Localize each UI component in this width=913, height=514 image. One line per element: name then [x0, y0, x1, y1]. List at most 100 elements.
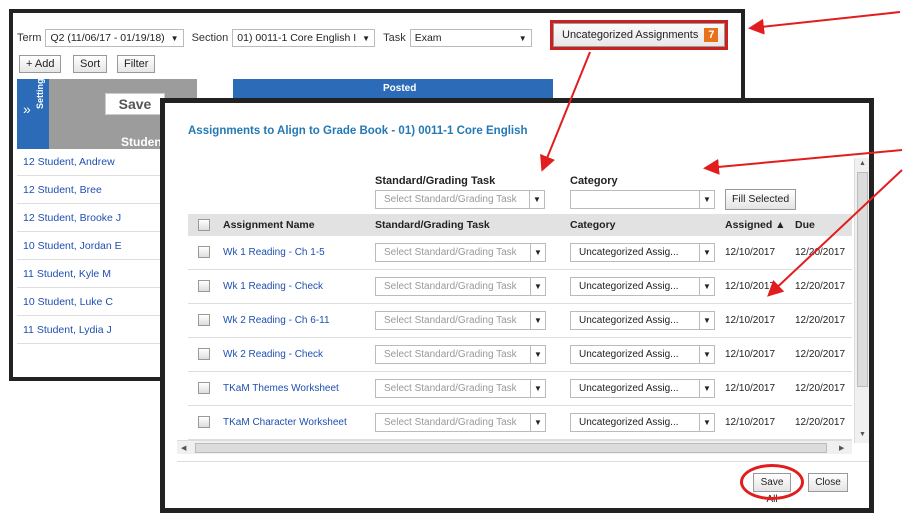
- row-standard-select[interactable]: Select Standard/Grading Task ▼: [375, 277, 546, 296]
- section-label: Section: [191, 32, 229, 44]
- row-checkbox[interactable]: [198, 280, 210, 292]
- term-label: Term: [17, 32, 42, 44]
- col-standard[interactable]: Standard/Grading Task: [375, 219, 490, 231]
- scroll-down-icon[interactable]: ▼: [859, 431, 866, 438]
- fill-standard-placeholder: Select Standard/Grading Task: [384, 194, 517, 205]
- vertical-scrollbar[interactable]: ▲ ▼: [854, 158, 869, 443]
- row-checkbox[interactable]: [198, 382, 210, 394]
- row-standard-select[interactable]: Select Standard/Grading Task ▼: [375, 243, 546, 262]
- scroll-right-icon[interactable]: ▶: [839, 444, 844, 452]
- student-row[interactable]: 12 Student, Andrew: [17, 149, 167, 176]
- row-category-select[interactable]: Uncategorized Assig... ▼: [570, 413, 715, 432]
- row-checkbox[interactable]: [198, 416, 210, 428]
- chevron-down-icon: ▼: [699, 414, 714, 431]
- chevron-down-icon: ▼: [170, 33, 179, 43]
- student-row[interactable]: 12 Student, Brooke J: [17, 205, 167, 232]
- row-category-value: Uncategorized Assig...: [579, 349, 679, 360]
- chevron-down-icon: ▼: [699, 244, 714, 261]
- assigned-date: 12/10/2017: [725, 281, 776, 292]
- chevron-down-icon: ▼: [530, 346, 545, 363]
- row-standard-select[interactable]: Select Standard/Grading Task ▼: [375, 379, 546, 398]
- chevron-down-icon: ▼: [699, 191, 714, 208]
- chevron-down-icon: ▼: [530, 414, 545, 431]
- assigned-date: 12/10/2017: [725, 247, 776, 258]
- chevron-down-icon: ▼: [518, 33, 527, 43]
- fill-standard-select[interactable]: Select Standard/Grading Task ▼: [375, 190, 545, 209]
- chevron-down-icon: ▼: [699, 380, 714, 397]
- due-date: 12/20/2017: [795, 349, 846, 360]
- student-row[interactable]: 11 Student, Lydia J: [17, 317, 167, 344]
- vertical-scroll-thumb[interactable]: [857, 172, 868, 387]
- fill-category-select[interactable]: ▼: [570, 190, 715, 209]
- table-row: Wk 1 Reading - Check Select Standard/Gra…: [188, 270, 852, 304]
- row-category-select[interactable]: Uncategorized Assig... ▼: [570, 311, 715, 330]
- due-date: 12/20/2017: [795, 383, 846, 394]
- row-category-select[interactable]: Uncategorized Assig... ▼: [570, 277, 715, 296]
- section-select[interactable]: 01) 0011-1 Core English I ▼: [232, 29, 376, 47]
- row-standard-value: Select Standard/Grading Task: [384, 247, 517, 258]
- settings-tab[interactable]: » Settings: [17, 73, 49, 149]
- row-category-select[interactable]: Uncategorized Assig... ▼: [570, 243, 715, 262]
- assigned-date: 12/10/2017: [725, 349, 776, 360]
- student-row[interactable]: 12 Student, Bree: [17, 177, 167, 204]
- filter-button[interactable]: Filter: [117, 55, 156, 73]
- table-row: TKaM Character Worksheet Select Standard…: [188, 406, 852, 440]
- settings-label: Settings: [35, 73, 45, 109]
- chevron-down-icon: ▼: [699, 278, 714, 295]
- col-assigned[interactable]: Assigned ▲: [725, 219, 786, 231]
- assignment-name[interactable]: Wk 2 Reading - Check: [223, 349, 323, 360]
- select-all-checkbox[interactable]: [198, 219, 210, 231]
- row-checkbox[interactable]: [198, 314, 210, 326]
- table-row: TKaM Themes Worksheet Select Standard/Gr…: [188, 372, 852, 406]
- chevron-down-icon: ▼: [529, 191, 544, 208]
- due-date: 12/20/2017: [795, 417, 846, 428]
- scroll-up-icon[interactable]: ▲: [859, 160, 866, 167]
- horizontal-scrollbar[interactable]: ◀ ▶: [177, 440, 852, 454]
- align-assignments-dialog: Assignments to Align to Grade Book - 01)…: [160, 98, 874, 513]
- assignment-name[interactable]: Wk 2 Reading - Ch 6-11: [223, 315, 330, 326]
- col-assignment-name[interactable]: Assignment Name: [223, 219, 315, 231]
- col-category[interactable]: Category: [570, 219, 616, 231]
- assignment-name[interactable]: Wk 1 Reading - Ch 1-5: [223, 247, 325, 258]
- chevron-down-icon: ▼: [530, 278, 545, 295]
- row-checkbox[interactable]: [198, 246, 210, 258]
- row-standard-select[interactable]: Select Standard/Grading Task ▼: [375, 345, 546, 364]
- row-standard-select[interactable]: Select Standard/Grading Task ▼: [375, 413, 546, 432]
- due-date: 12/20/2017: [795, 247, 846, 258]
- assignment-name[interactable]: Wk 1 Reading - Check: [223, 281, 323, 292]
- term-select[interactable]: Q2 (11/06/17 - 01/19/18) ▼: [45, 29, 184, 47]
- uncategorized-label: Uncategorized Assignments: [562, 29, 699, 41]
- horizontal-scroll-thumb[interactable]: [195, 443, 827, 453]
- uncategorized-assignments-button[interactable]: Uncategorized Assignments 7: [549, 20, 729, 50]
- fill-category-label: Category: [570, 175, 618, 187]
- screenshot-stage: Term Q2 (11/06/17 - 01/19/18) ▼ Section 0…: [0, 0, 913, 514]
- row-category-value: Uncategorized Assig...: [579, 417, 679, 428]
- dialog-title: Assignments to Align to Grade Book - 01)…: [188, 125, 528, 137]
- assignments-table-header: Assignment Name Standard/Grading Task Ca…: [188, 214, 852, 236]
- assigned-date: 12/10/2017: [725, 315, 776, 326]
- row-standard-value: Select Standard/Grading Task: [384, 281, 517, 292]
- row-standard-select[interactable]: Select Standard/Grading Task ▼: [375, 311, 546, 330]
- fill-selected-button[interactable]: Fill Selected: [725, 189, 797, 210]
- save-button[interactable]: Save: [105, 93, 165, 115]
- student-row[interactable]: 11 Student, Kyle M: [17, 261, 167, 288]
- chevron-down-icon: ▼: [699, 312, 714, 329]
- assigned-date: 12/10/2017: [725, 383, 776, 394]
- col-due[interactable]: Due: [795, 219, 815, 231]
- student-row[interactable]: 10 Student, Luke C: [17, 289, 167, 316]
- row-category-select[interactable]: Uncategorized Assig... ▼: [570, 379, 715, 398]
- add-button[interactable]: + Add: [19, 55, 62, 73]
- row-category-value: Uncategorized Assig...: [579, 247, 679, 258]
- scroll-left-icon[interactable]: ◀: [181, 444, 186, 452]
- sort-button[interactable]: Sort: [73, 55, 108, 73]
- row-category-select[interactable]: Uncategorized Assig... ▼: [570, 345, 715, 364]
- assignment-name[interactable]: TKaM Themes Worksheet: [223, 383, 339, 394]
- close-button[interactable]: Close: [808, 473, 848, 492]
- student-row[interactable]: 10 Student, Jordan E: [17, 233, 167, 260]
- row-standard-value: Select Standard/Grading Task: [384, 417, 517, 428]
- task-select[interactable]: Exam ▼: [409, 29, 532, 47]
- row-category-value: Uncategorized Assig...: [579, 281, 679, 292]
- row-checkbox[interactable]: [198, 348, 210, 360]
- section-value: 01) 0011-1 Core English I: [237, 32, 357, 44]
- assignment-name[interactable]: TKaM Character Worksheet: [223, 417, 347, 428]
